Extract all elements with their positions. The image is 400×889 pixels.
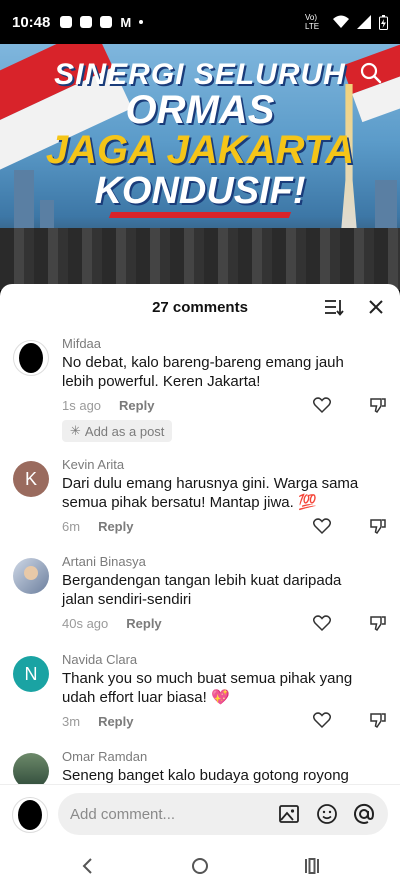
comment-text: No debat, kalo bareng-bareng emang jauh … — [62, 354, 344, 390]
video-player[interactable]: SINERGI SELURUH ORMAS JAGA JAKARTA KONDU… — [0, 44, 400, 290]
avatar[interactable] — [13, 340, 49, 376]
recents-icon[interactable] — [302, 856, 322, 876]
search-icon[interactable] — [360, 62, 382, 84]
avatar[interactable] — [13, 753, 49, 784]
network-label: Vo) LTE — [305, 13, 320, 31]
comment-item: Mifdaa No debat, kalo bareng-bareng eman… — [0, 334, 400, 444]
mention-icon[interactable] — [353, 803, 375, 825]
comment-item: K Kevin Arita Dari dulu emang harusnya g… — [0, 455, 400, 540]
comment-meta: 3m Reply — [62, 714, 133, 729]
crowd-image — [0, 228, 400, 290]
gmail-notification-icon: M — [120, 14, 132, 30]
dislike-icon[interactable] — [369, 517, 387, 535]
avatar[interactable] — [13, 558, 49, 594]
avatar-letter: N — [24, 663, 38, 684]
home-icon[interactable] — [190, 856, 210, 876]
image-icon[interactable] — [278, 803, 300, 825]
video-title-line1: SINERGI SELURUH — [54, 58, 346, 91]
comment-text: Thank you so much buat semua pihak yang … — [62, 670, 353, 706]
comment-meta: 1s ago Reply — [62, 398, 154, 413]
reply-button[interactable]: Reply — [126, 616, 161, 631]
back-icon[interactable] — [78, 856, 98, 876]
reply-button[interactable]: Reply — [98, 519, 133, 534]
app-notification-icon — [100, 16, 113, 28]
sparkle-icon: ✳ — [70, 423, 81, 438]
dislike-icon[interactable] — [369, 396, 387, 414]
add-as-post-label: Add as a post — [84, 423, 165, 439]
dislike-icon[interactable] — [369, 711, 387, 729]
comment-text: Bergandengan tangan lebih kuat daripada … — [62, 572, 342, 608]
my-avatar — [12, 797, 48, 833]
signal-icon — [357, 15, 371, 29]
comment-meta: 6m Reply — [62, 519, 133, 534]
reply-button[interactable]: Reply — [119, 398, 154, 413]
notification-icons: M — [60, 14, 144, 30]
sheet-header: 27 comments — [0, 284, 400, 330]
system-icons: Vo) LTE — [305, 13, 388, 31]
comment-username[interactable]: Mifdaa — [62, 336, 101, 351]
comment-time: 3m — [62, 714, 81, 729]
comment-username[interactable]: Kevin Arita — [62, 457, 124, 472]
avatar-letter: K — [24, 468, 37, 489]
like-heart-icon[interactable] — [313, 396, 331, 414]
video-title-line2: ORMAS — [125, 88, 275, 132]
comment-meta: 40s ago Reply — [62, 616, 162, 631]
avatar[interactable]: N — [13, 656, 49, 692]
reply-button[interactable]: Reply — [98, 714, 133, 729]
battery-icon — [379, 14, 388, 30]
comment-item: Artani Binasya Bergandengan tangan lebih… — [0, 552, 400, 637]
comment-username[interactable]: Navida Clara — [62, 652, 137, 667]
comment-text: Dari dulu emang harusnya gini. Warga sam… — [62, 475, 359, 511]
chat-notification-icon — [60, 16, 73, 28]
status-bar: 10:48 M Vo) LTE — [0, 0, 400, 44]
comments-count-title: 27 comments — [152, 298, 248, 316]
like-heart-icon[interactable] — [313, 517, 331, 535]
comment-composer — [0, 784, 400, 842]
comment-item: Omar Ramdan Seneng banget kalo budaya go… — [0, 747, 400, 784]
like-heart-icon[interactable] — [313, 614, 331, 632]
more-notifications-icon — [139, 20, 144, 24]
sort-icon[interactable] — [324, 297, 344, 317]
video-title-line3: JAGA JAKARTA — [45, 128, 355, 172]
comment-text: Seneng banget kalo budaya gotong royong — [62, 767, 349, 784]
close-icon[interactable] — [366, 297, 386, 317]
status-time: 10:48 — [12, 13, 51, 31]
emoji-icon[interactable] — [316, 803, 338, 825]
comment-item: N Navida Clara Thank you so much buat se… — [0, 650, 400, 735]
comment-time: 40s ago — [62, 616, 109, 631]
avatar[interactable]: K — [13, 461, 49, 497]
comment-time: 6m — [62, 519, 81, 534]
comment-input-container[interactable] — [58, 793, 388, 835]
like-heart-icon[interactable] — [313, 711, 331, 729]
add-as-post-chip[interactable]: ✳ Add as a post — [62, 420, 173, 442]
comment-username[interactable]: Omar Ramdan — [62, 749, 147, 764]
comment-username[interactable]: Artani Binasya — [62, 554, 146, 569]
comment-input[interactable] — [70, 793, 260, 835]
title-underline — [108, 212, 292, 218]
vpn-notification-icon — [80, 16, 93, 28]
video-title-line4: KONDUSIF! — [94, 170, 306, 212]
wifi-icon — [333, 15, 349, 28]
comment-time: 1s ago — [62, 398, 102, 413]
system-navigation-bar — [0, 842, 400, 889]
dislike-icon[interactable] — [369, 614, 387, 632]
